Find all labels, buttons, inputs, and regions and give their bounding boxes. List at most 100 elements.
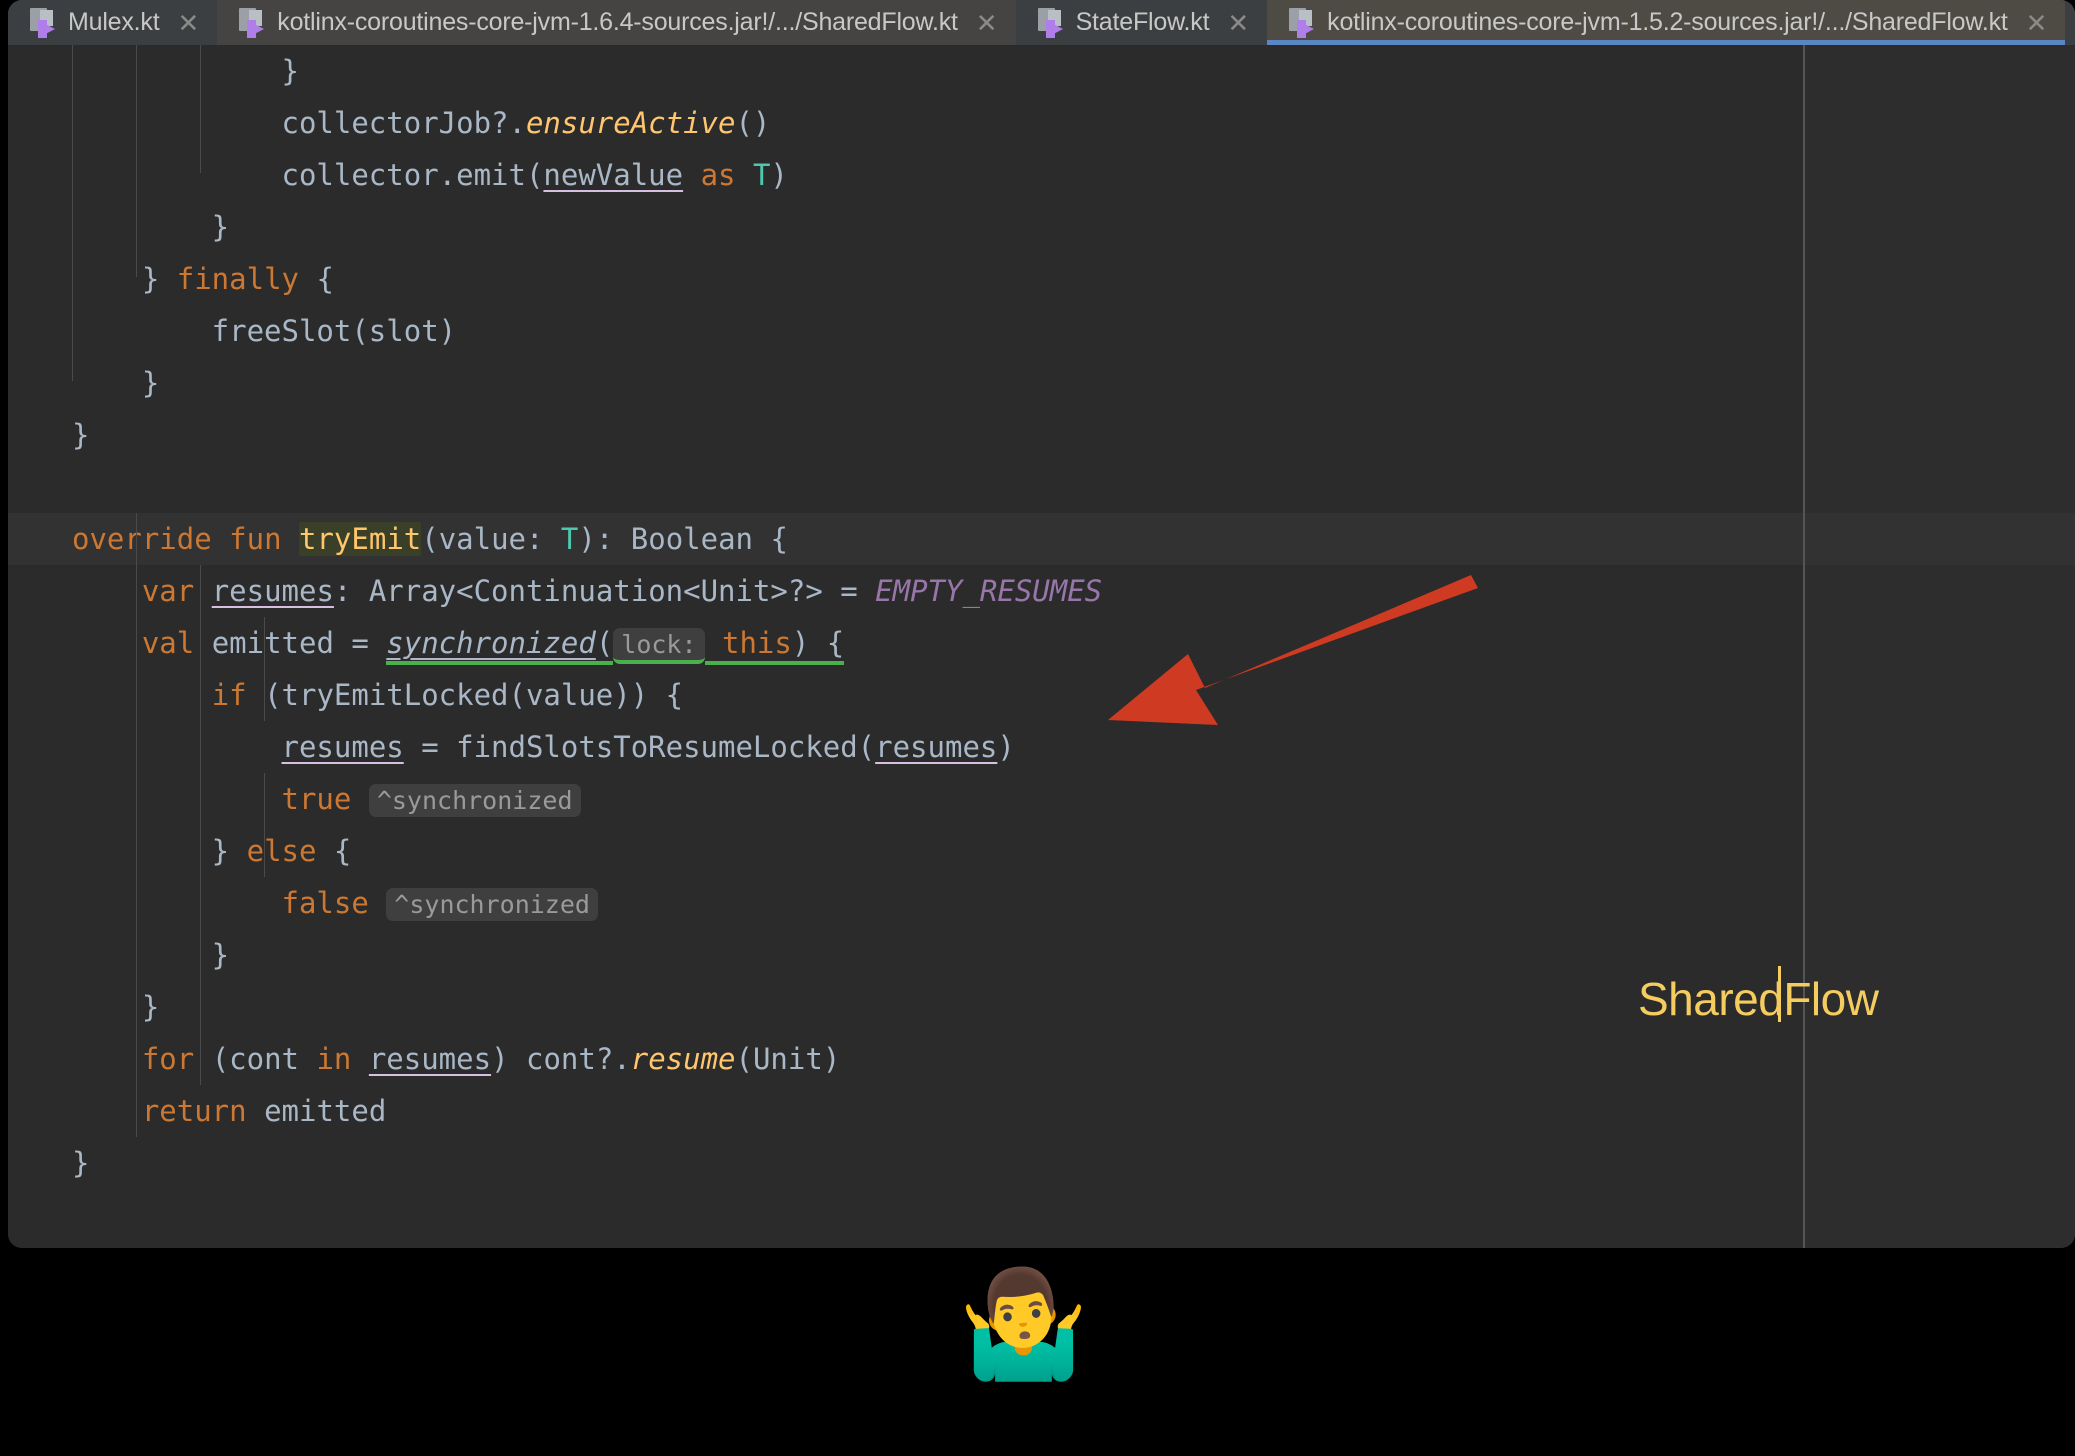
editor-tab[interactable]: StateFlow.kt ✕ xyxy=(1016,0,1268,45)
code-token: in xyxy=(316,1042,351,1076)
code-token: emitted xyxy=(247,1094,387,1128)
code-content[interactable]: } collectorJob?.ensureActive() collector… xyxy=(8,45,2075,1248)
code-token: } xyxy=(72,210,229,244)
code-token: (cont xyxy=(194,1042,316,1076)
code-token: ^synchronized xyxy=(386,888,598,921)
code-token: as xyxy=(701,158,736,192)
editor-tab-bar: Mulex.kt✕kotlinx-coroutines-core-jvm-1.6… xyxy=(8,0,2075,45)
code-token: : Array<Continuation<Unit>?> = xyxy=(334,574,875,608)
code-line[interactable]: } finally { xyxy=(8,253,2075,305)
code-line[interactable] xyxy=(8,461,2075,513)
code-token xyxy=(72,782,282,816)
right-margin-ruler xyxy=(1803,45,1805,1248)
code-token: } xyxy=(72,834,247,868)
code-token xyxy=(683,158,700,192)
code-line[interactable]: freeSlot(slot) xyxy=(8,305,2075,357)
code-token: ) xyxy=(997,730,1014,764)
close-icon[interactable]: ✕ xyxy=(976,10,998,36)
code-token: (value: xyxy=(421,522,561,556)
code-token xyxy=(194,574,211,608)
code-token: } xyxy=(72,418,89,452)
annotation-caret xyxy=(1778,966,1781,1022)
code-token: false xyxy=(282,886,369,920)
code-line[interactable]: override fun tryEmit(value: T): Boolean … xyxy=(8,513,2075,565)
code-token: collectorJob?. xyxy=(72,106,526,140)
code-editor[interactable]: } collectorJob?.ensureActive() collector… xyxy=(8,45,2075,1248)
editor-tab[interactable]: Mulex.kt ✕ xyxy=(8,0,217,45)
code-line[interactable]: } else { xyxy=(8,825,2075,877)
code-line[interactable]: } xyxy=(8,409,2075,461)
code-token: (tryEmitLocked(value)) { xyxy=(247,678,684,712)
indent-guide xyxy=(200,565,201,1085)
code-token xyxy=(72,730,282,764)
kotlin-file-icon xyxy=(239,8,265,38)
code-token: if xyxy=(212,678,247,712)
code-line[interactable]: true ^synchronized xyxy=(8,773,2075,825)
code-token xyxy=(72,678,212,712)
editor-tab[interactable]: kotlinx-coroutines-core-jvm-1.6.4-source… xyxy=(217,0,1015,45)
code-token: collector.emit( xyxy=(72,158,543,192)
code-token: } xyxy=(72,54,299,88)
close-icon[interactable]: ✕ xyxy=(1227,10,1249,36)
code-token: override xyxy=(72,522,212,556)
code-token: var xyxy=(142,574,194,608)
code-token: for xyxy=(142,1042,194,1076)
code-line[interactable]: resumes = findSlotsToResumeLocked(resume… xyxy=(8,721,2075,773)
kotlin-file-icon xyxy=(1289,8,1315,38)
code-token: } xyxy=(72,262,177,296)
ide-window: Mulex.kt✕kotlinx-coroutines-core-jvm-1.6… xyxy=(8,0,2075,1248)
code-token: } xyxy=(72,938,229,972)
code-token: ) xyxy=(770,158,787,192)
annotation-label-sharedflow: SharedFlow xyxy=(1638,972,1878,1026)
code-token: } xyxy=(72,990,159,1024)
code-line[interactable]: return emitted xyxy=(8,1085,2075,1137)
editor-tab-label: Mulex.kt xyxy=(68,8,159,37)
indent-guide xyxy=(72,45,73,381)
code-token: lock: xyxy=(613,628,704,664)
code-token: newValue xyxy=(543,158,683,192)
code-token xyxy=(351,1042,368,1076)
close-icon[interactable]: ✕ xyxy=(177,10,199,36)
code-token: resumes xyxy=(282,730,404,764)
editor-tab[interactable]: kotlinx-coroutines-core-jvm-1.5.2-source… xyxy=(1267,0,2065,45)
code-line[interactable]: } xyxy=(8,357,2075,409)
code-line[interactable]: } xyxy=(8,1137,2075,1189)
code-token xyxy=(705,626,722,665)
code-line[interactable]: collectorJob?.ensureActive() xyxy=(8,97,2075,149)
code-token xyxy=(735,158,752,192)
code-line[interactable]: } xyxy=(8,45,2075,97)
code-token: T xyxy=(561,522,578,556)
code-token xyxy=(282,522,299,556)
code-token xyxy=(351,782,368,816)
code-token: ( xyxy=(596,626,613,665)
code-line[interactable]: for (cont in resumes) cont?.resume(Unit) xyxy=(8,1033,2075,1085)
code-token xyxy=(72,1042,142,1076)
code-token: resumes xyxy=(212,574,334,608)
close-icon[interactable]: ✕ xyxy=(2026,10,2048,36)
code-token: this xyxy=(722,626,792,665)
editor-tab-label: StateFlow.kt xyxy=(1076,8,1210,37)
code-token: resumes xyxy=(369,1042,491,1076)
code-token: else xyxy=(247,834,317,868)
code-token: } xyxy=(72,366,159,400)
code-token xyxy=(369,886,386,920)
code-token: resume xyxy=(631,1042,736,1076)
code-token: return xyxy=(142,1094,247,1128)
code-line[interactable]: collector.emit(newValue as T) xyxy=(8,149,2075,201)
code-token: (Unit) xyxy=(736,1042,841,1076)
code-line[interactable]: var resumes: Array<Continuation<Unit>?> … xyxy=(8,565,2075,617)
indent-guide xyxy=(200,45,201,173)
code-line[interactable]: false ^synchronized xyxy=(8,877,2075,929)
code-line[interactable]: val emitted = synchronized(lock: this) { xyxy=(8,617,2075,669)
code-line[interactable]: if (tryEmitLocked(value)) { xyxy=(8,669,2075,721)
code-token: ) { xyxy=(792,626,844,665)
code-token xyxy=(72,626,142,660)
code-token: { xyxy=(299,262,334,296)
code-line[interactable]: } xyxy=(8,201,2075,253)
code-token: fun xyxy=(229,522,281,556)
kotlin-file-icon xyxy=(1038,8,1064,38)
code-token xyxy=(212,522,229,556)
indent-guide xyxy=(136,513,137,1137)
editor-tab-label: kotlinx-coroutines-core-jvm-1.5.2-source… xyxy=(1327,8,2008,37)
code-token: } xyxy=(72,1146,89,1180)
